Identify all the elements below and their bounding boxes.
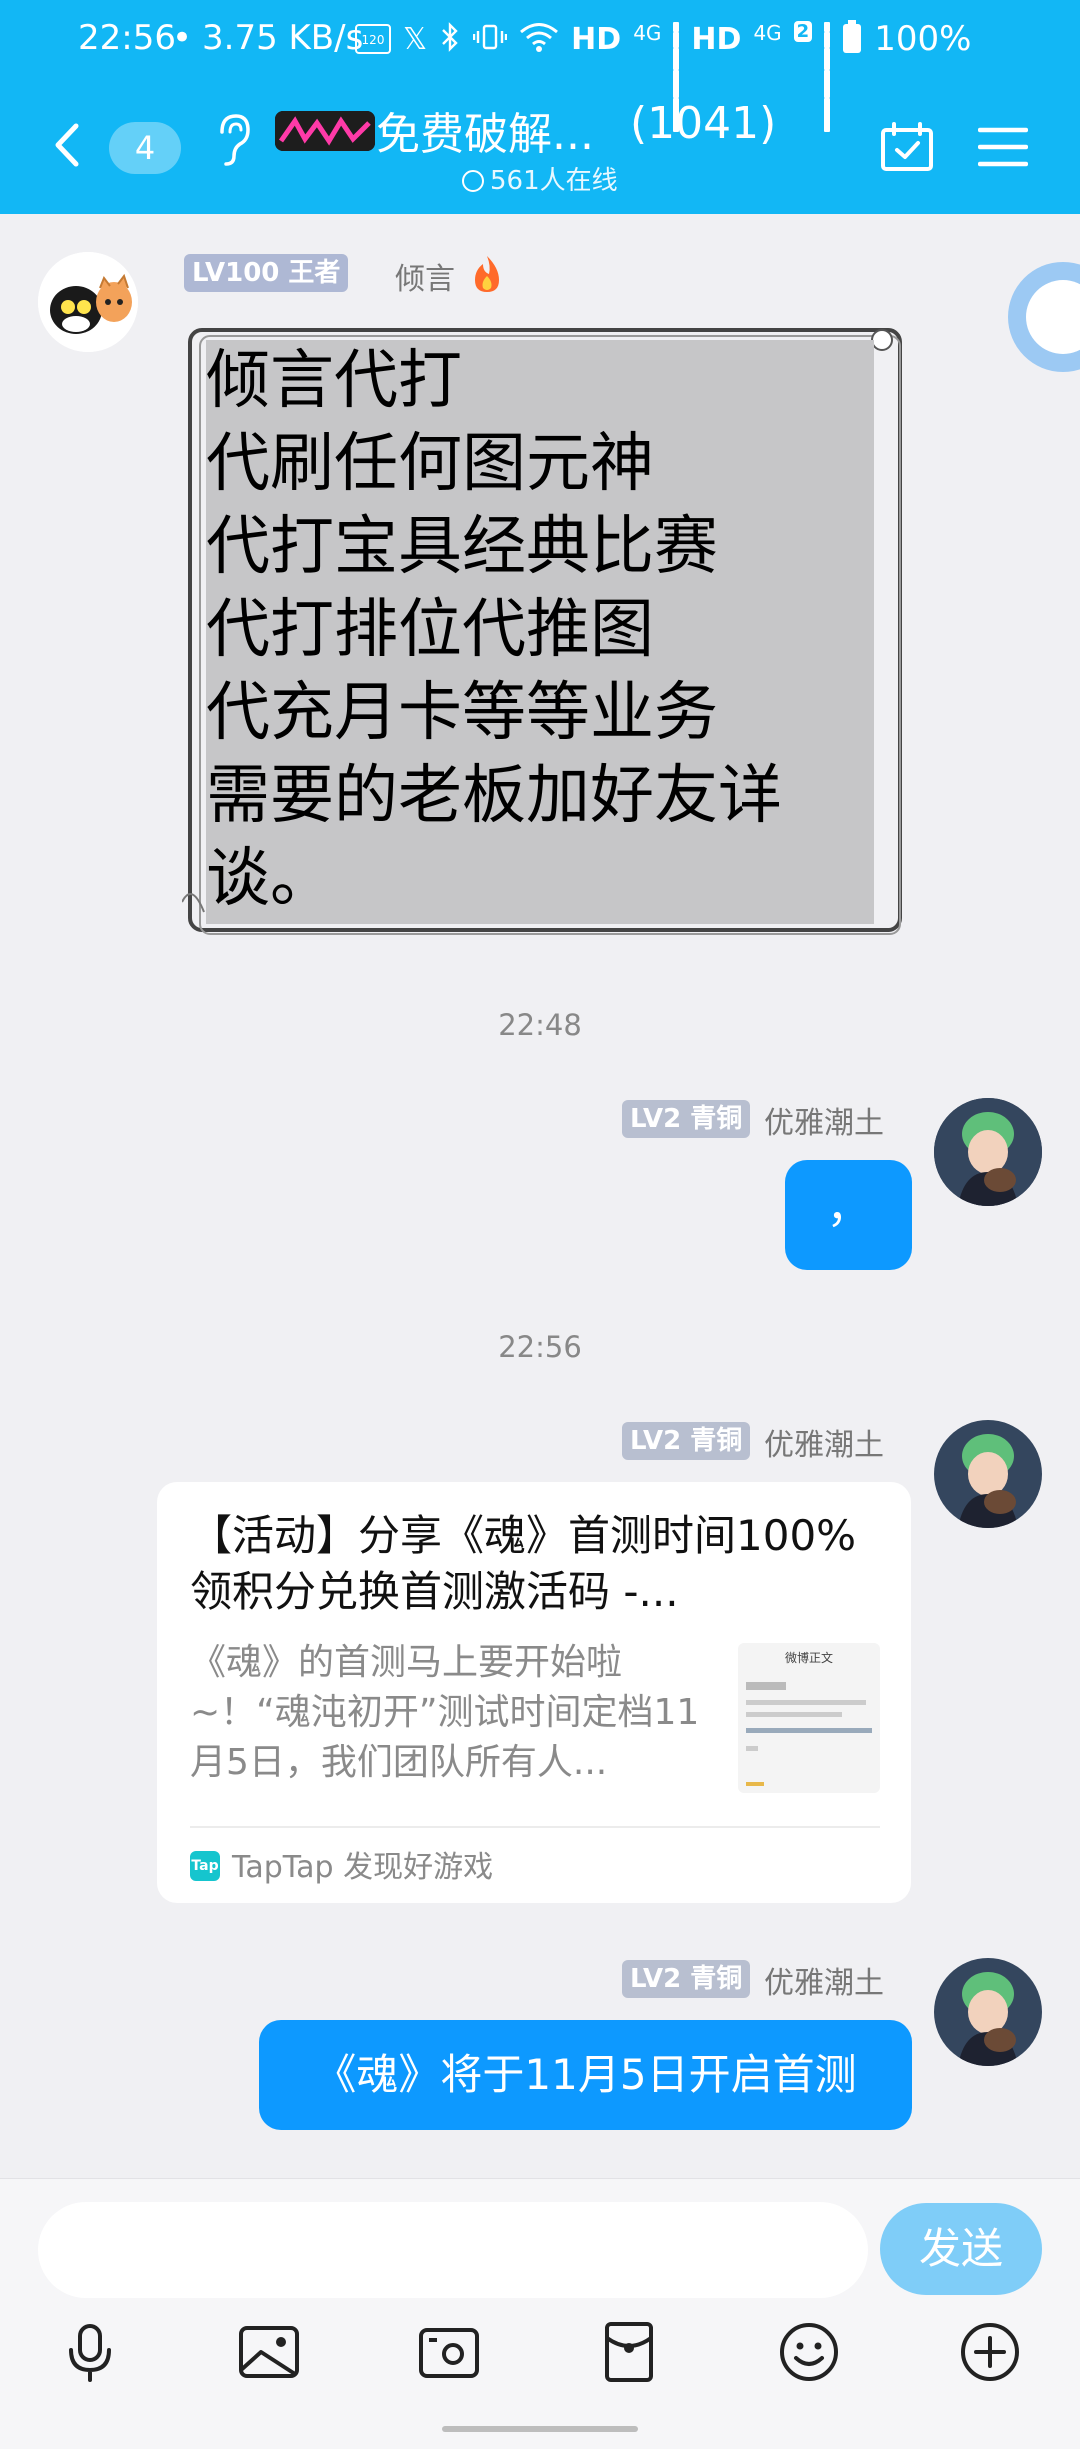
card-description: 《魂》的首测马上要开始啦~！“魂沌初开”测试时间定档11月5日，我们团队所有人.… [190, 1642, 700, 1783]
calendar-button[interactable] [880, 122, 934, 172]
my-avatar[interactable] [934, 1420, 1042, 1528]
sim-index: 2 [793, 20, 813, 42]
unread-count-badge[interactable]: 4 [109, 122, 181, 174]
level-badge: LV2 青铜 [622, 1960, 751, 1998]
emoji-icon [780, 2323, 838, 2381]
send-button[interactable]: 发送 [880, 2203, 1042, 2295]
online-count: 561人在线 [490, 166, 618, 196]
card-divider [190, 1826, 880, 1828]
level-badge: LV2 青铜 [622, 1422, 751, 1460]
wifi-icon [519, 21, 559, 57]
camera-button[interactable] [417, 2320, 481, 2384]
group-name[interactable]: 免费破解... [376, 98, 594, 162]
network-type: 4G [633, 21, 662, 45]
timestamp: 22:56 [498, 1330, 582, 1364]
camera-icon [419, 2328, 479, 2378]
sender-name[interactable]: 优雅潮土 [764, 1420, 884, 1464]
red-packet-button[interactable] [597, 2320, 661, 2384]
plus-icon [961, 2323, 1019, 2381]
sender-name[interactable]: 倾言 [395, 254, 455, 298]
image-button[interactable] [237, 2320, 301, 2384]
network-label-2: HD [691, 21, 742, 57]
ear-mode-icon[interactable] [214, 110, 254, 170]
hamburger-menu-icon [977, 127, 1029, 167]
message-input[interactable] [38, 2202, 868, 2298]
sender-name[interactable]: 优雅潮土 [764, 1098, 884, 1142]
timestamp: 22:48 [498, 1008, 582, 1042]
red-packet-icon [605, 2322, 653, 2382]
network-label: HD [571, 21, 622, 57]
card-title: 【活动】分享《魂》首测时间100%领积分兑换首测激活码 -... [190, 1511, 857, 1616]
taptap-icon: Tap [190, 1851, 220, 1881]
my-avatar[interactable] [934, 1098, 1042, 1206]
home-indicator[interactable] [442, 2426, 638, 2432]
refresh-rate-icon: 120 [355, 24, 391, 54]
group-logo-icon [275, 111, 375, 151]
message-bubble[interactable]: ， [785, 1160, 912, 1270]
network-type-2: 4G [753, 21, 782, 45]
signal-bars-1-icon [673, 22, 680, 132]
thumbnail-preview-icon [746, 1682, 872, 1786]
online-check-icon [462, 170, 484, 192]
my-avatar[interactable] [934, 1958, 1042, 2066]
image-icon [239, 2326, 299, 2378]
menu-button[interactable] [977, 126, 1029, 168]
level-badge: LV100 王者 [184, 254, 349, 292]
back-button[interactable] [48, 120, 88, 170]
bluetooth-icon [439, 21, 461, 57]
message-bubble[interactable]: 《魂》将于11月5日开启首测 [259, 2020, 912, 2130]
fire-icon [469, 254, 505, 294]
thumb-heading: 微博正文 [784, 1651, 833, 1665]
microphone-button[interactable] [58, 2320, 122, 2384]
network-speed: 3.75 KB/s [202, 18, 364, 58]
card-source: TapTap 发现好游戏 [232, 1850, 494, 1885]
level-badge: LV2 青铜 [622, 1100, 751, 1138]
signal-bars-2-icon [824, 22, 831, 132]
plus-button[interactable] [958, 2320, 1022, 2384]
status-dot: • [172, 18, 193, 58]
battery-icon [842, 20, 862, 58]
online-status: 561人在线 [462, 160, 618, 197]
vibrate-icon [472, 22, 508, 56]
x-icon: 𝕏 [403, 21, 428, 57]
emoji-button[interactable] [777, 2320, 841, 2384]
microphone-icon [69, 2324, 111, 2382]
sender-avatar-qingyan[interactable] [38, 252, 138, 352]
status-time: 22:56 [78, 18, 176, 58]
member-count: (1041) [630, 98, 777, 149]
calendar-check-icon [881, 122, 933, 171]
chevron-left-icon [55, 123, 79, 167]
sticker-message-text[interactable]: 倾言代打 代刷任何图元神 代打宝具经典比赛 代打排位代推图 代充月卡等等业务 需… [206, 340, 874, 924]
battery-level: 100% [874, 19, 972, 59]
sender-name[interactable]: 优雅潮土 [764, 1958, 884, 2002]
status-icons: 120 𝕏 HD 4G HD 4G 2 100% [355, 14, 972, 132]
card-thumbnail: 微博正文 [738, 1643, 880, 1793]
